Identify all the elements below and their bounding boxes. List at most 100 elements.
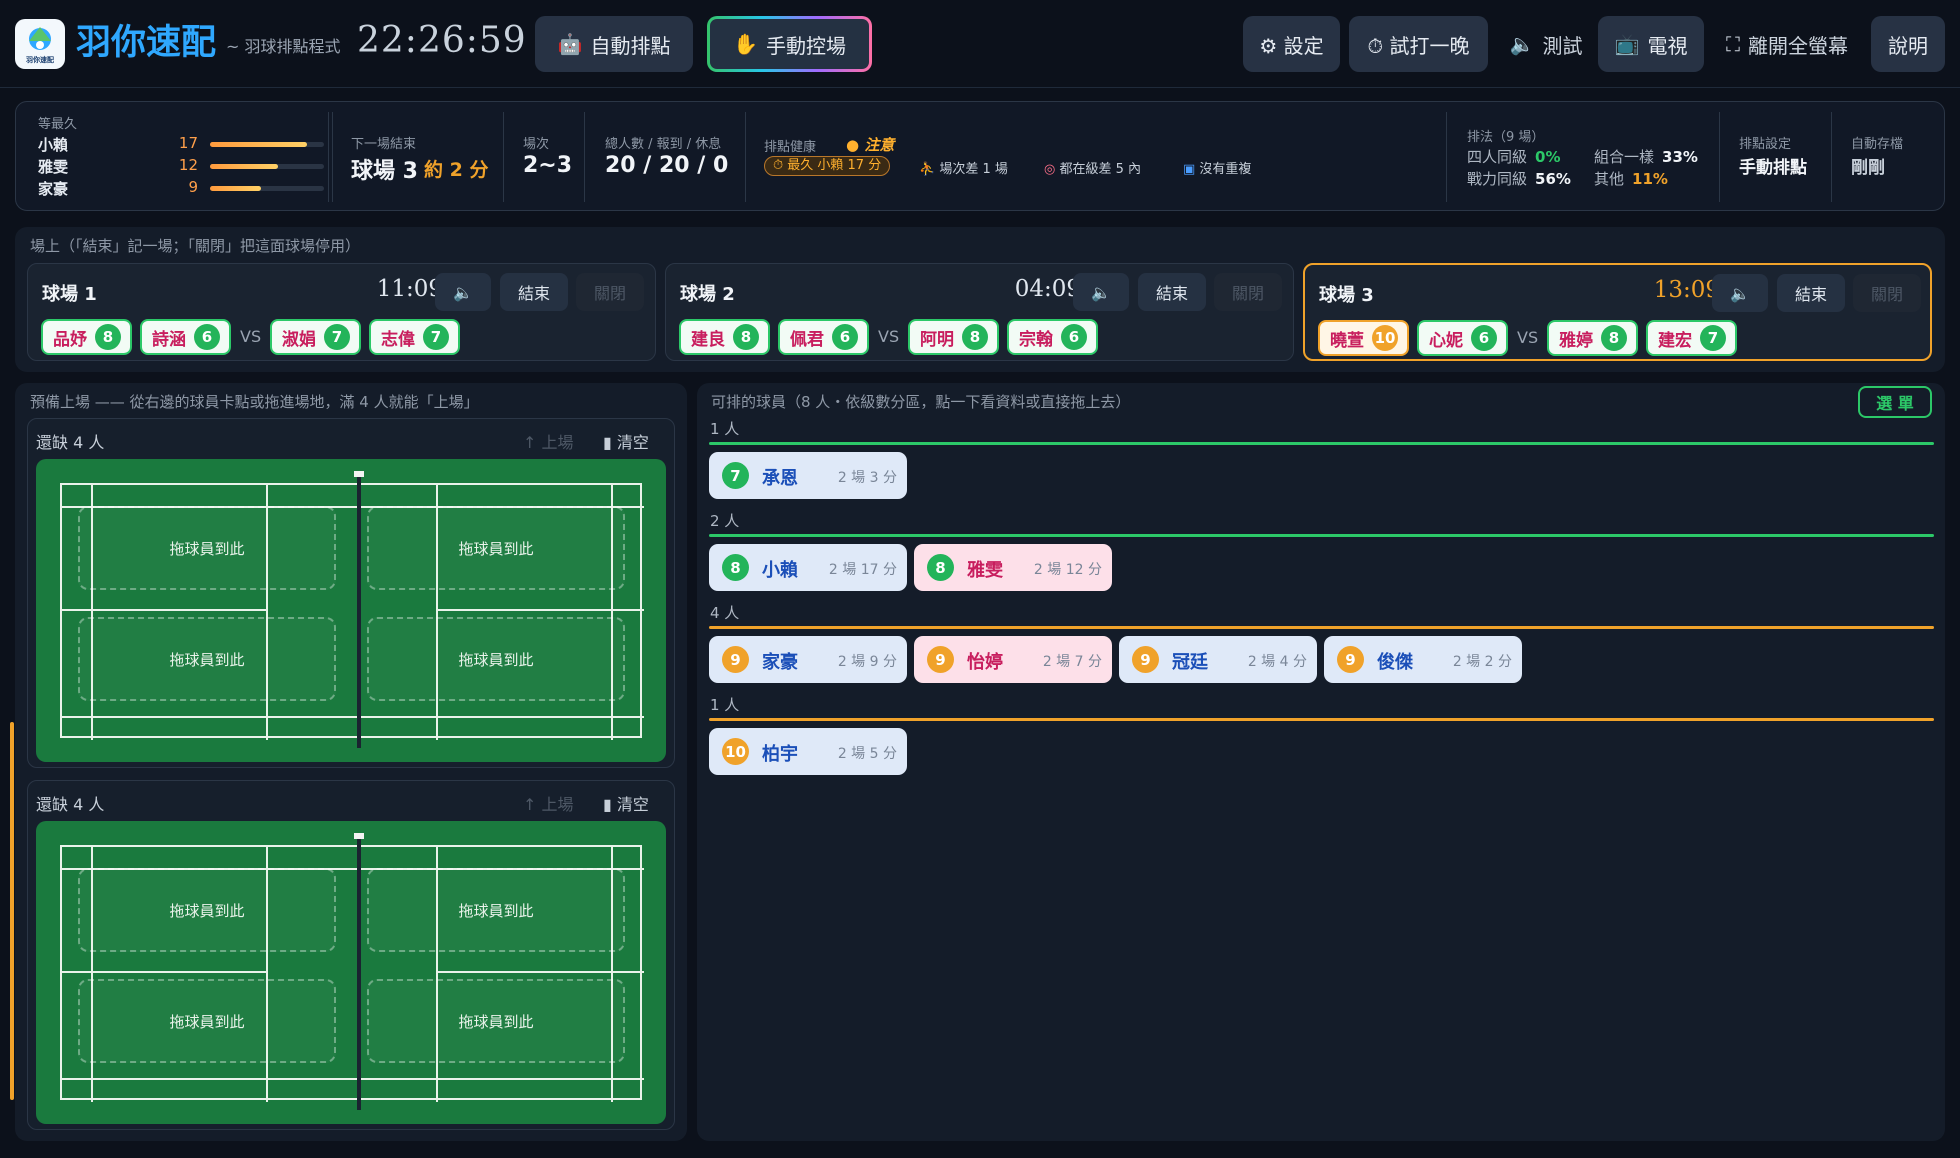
court-player-chip[interactable]: 品妤 8 — [41, 319, 132, 355]
health-status: ● 注意 — [846, 136, 895, 154]
player-card[interactable]: 8 小賴 2 場 17 分 — [709, 544, 907, 591]
wait-row: 雅雯 12 — [38, 156, 324, 176]
player-level: 9 — [927, 646, 954, 673]
player-name: 阿明 — [920, 329, 954, 350]
clock: 22:26:59 — [357, 20, 527, 61]
player-card[interactable]: 9 怡婷 2 場 7 分 — [914, 636, 1112, 683]
health-item-repeat: ▣ 沒有重複 — [1183, 162, 1252, 177]
wait-longest-label: 等最久 — [38, 117, 78, 132]
auto-schedule-button[interactable]: 🤖 自動排點 — [535, 16, 693, 72]
player-name: 雅婷 — [1559, 330, 1593, 351]
court-close-button[interactable]: 關閉 — [1214, 273, 1282, 311]
go-court-button[interactable]: ↑ 上場 — [523, 791, 574, 815]
court-end-button[interactable]: 結束 — [1777, 274, 1845, 312]
people-value: 20 / 20 / 0 — [605, 153, 729, 178]
settings-button[interactable]: ⚙ 設定 — [1243, 16, 1340, 72]
player-level: 9 — [722, 646, 749, 673]
help-button[interactable]: 說明 — [1871, 16, 1945, 72]
prepare-court: 還缺 4 人 ↑ 上場 ▮ 清空 拖球員到此 拖球員到此 拖球員到此 拖球員到此 — [27, 780, 675, 1130]
player-level: 6 — [194, 324, 220, 350]
drop-zone[interactable]: 拖球員到此 — [367, 506, 625, 590]
player-level: 7 — [324, 324, 350, 350]
drop-zone[interactable]: 拖球員到此 — [78, 617, 336, 701]
wait-bar-fill — [210, 142, 307, 147]
logo-text: 羽你速配 — [26, 56, 54, 64]
hand-icon: ✋ — [733, 32, 758, 56]
player-card[interactable]: 9 冠廷 2 場 4 分 — [1119, 636, 1317, 683]
court-close-button[interactable]: 關閉 — [576, 273, 644, 311]
player-stats: 2 場 9 分 — [837, 654, 897, 670]
speaker-icon: 🔈 — [1730, 283, 1750, 303]
group-divider — [709, 534, 1934, 537]
court-end-button[interactable]: 結束 — [500, 273, 568, 311]
court-field: 拖球員到此 拖球員到此 拖球員到此 拖球員到此 — [36, 459, 666, 762]
method-item: 其他 11% — [1594, 168, 1668, 189]
missing-count: 還缺 4 人 — [36, 433, 105, 452]
court-player-chip[interactable]: 宗翰 6 — [1007, 319, 1098, 355]
court-line — [436, 609, 644, 611]
court-player-chip[interactable]: 雅婷 8 — [1547, 320, 1638, 356]
clear-button[interactable]: ▮ 清空 — [603, 429, 649, 453]
player-stats: 2 場 17 分 — [828, 562, 897, 578]
test-sound-button[interactable]: 🔈 測試 — [1500, 16, 1592, 72]
group-label: 2 人 — [710, 512, 740, 530]
wait-bar — [210, 142, 324, 147]
player-name: 冠廷 — [1172, 652, 1208, 673]
group-label: 1 人 — [710, 696, 740, 714]
manual-control-button[interactable]: ✋ 手動控場 — [707, 16, 872, 72]
player-level: 8 — [962, 324, 988, 350]
wait-bar-fill — [210, 186, 262, 191]
wait-name: 小賴 — [38, 136, 69, 154]
tv-button[interactable]: 📺 電視 — [1598, 16, 1704, 72]
player-card[interactable]: 8 雅雯 2 場 12 分 — [914, 544, 1112, 591]
people-icon: ⛹ — [919, 162, 940, 177]
exit-fullscreen-button[interactable]: ⛶ 離開全螢幕 — [1714, 16, 1860, 72]
player-card[interactable]: 10 柏宇 2 場 5 分 — [709, 728, 907, 775]
method-name: 組合一樣 — [1594, 148, 1655, 166]
court-player-chip[interactable]: 建良 8 — [679, 319, 770, 355]
court-player-chip[interactable]: 建宏 7 — [1646, 320, 1737, 356]
go-court-button[interactable]: ↑ 上場 — [523, 429, 574, 453]
wait-minutes: 9 — [188, 178, 198, 196]
court-player-chip[interactable]: 心妮 6 — [1417, 320, 1508, 356]
group-label: 4 人 — [710, 604, 740, 622]
fullscreen-icon: ⛶ — [1726, 32, 1740, 56]
court-player-chip[interactable]: 志偉 7 — [369, 319, 460, 355]
court-player-chip[interactable]: 佩君 6 — [778, 319, 869, 355]
court-player-chip[interactable]: 曉萱 10 — [1318, 320, 1409, 356]
court-sound-button[interactable]: 🔈 — [1073, 273, 1129, 311]
player-name: 建良 — [691, 329, 725, 350]
method-name: 戰力同級 — [1467, 170, 1528, 188]
player-level: 10 — [1372, 325, 1398, 351]
trial-night-button[interactable]: ⏱ 試打一晚 — [1349, 16, 1488, 72]
wait-bar-fill — [210, 164, 279, 169]
versus-label: VS — [1517, 328, 1539, 347]
drop-zone[interactable]: 拖球員到此 — [367, 617, 625, 701]
court-end-button[interactable]: 結束 — [1138, 273, 1206, 311]
wait-row: 家豪 9 — [38, 178, 324, 198]
drop-zone[interactable]: 拖球員到此 — [367, 979, 625, 1063]
court-sound-button[interactable]: 🔈 — [435, 273, 491, 311]
court-sound-button[interactable]: 🔈 — [1712, 274, 1768, 312]
drop-zone[interactable]: 拖球員到此 — [78, 979, 336, 1063]
player-card[interactable]: 7 承恩 2 場 3 分 — [709, 452, 907, 499]
court-line — [60, 716, 644, 718]
setting-label: 排點設定 — [1739, 137, 1792, 152]
menu-button[interactable]: 選 單 — [1858, 386, 1932, 418]
clear-button[interactable]: ▮ 清空 — [603, 791, 649, 815]
court-player-chip[interactable]: 詩涵 6 — [140, 319, 231, 355]
player-card[interactable]: 9 俊傑 2 場 2 分 — [1324, 636, 1522, 683]
drop-zone[interactable]: 拖球員到此 — [78, 868, 336, 952]
help-label: 說明 — [1888, 33, 1928, 58]
court-close-button[interactable]: 關閉 — [1853, 274, 1921, 312]
robot-icon: 🤖 — [557, 32, 583, 56]
court-player-chip[interactable]: 阿明 8 — [908, 319, 999, 355]
wait-minutes: 17 — [178, 134, 198, 152]
player-level: 10 — [722, 738, 749, 765]
player-level: 8 — [95, 324, 121, 350]
rounds-value: 2~3 — [523, 153, 573, 178]
player-card[interactable]: 9 家豪 2 場 9 分 — [709, 636, 907, 683]
drop-zone[interactable]: 拖球員到此 — [78, 506, 336, 590]
drop-zone[interactable]: 拖球員到此 — [367, 868, 625, 952]
court-player-chip[interactable]: 淑娟 7 — [270, 319, 361, 355]
